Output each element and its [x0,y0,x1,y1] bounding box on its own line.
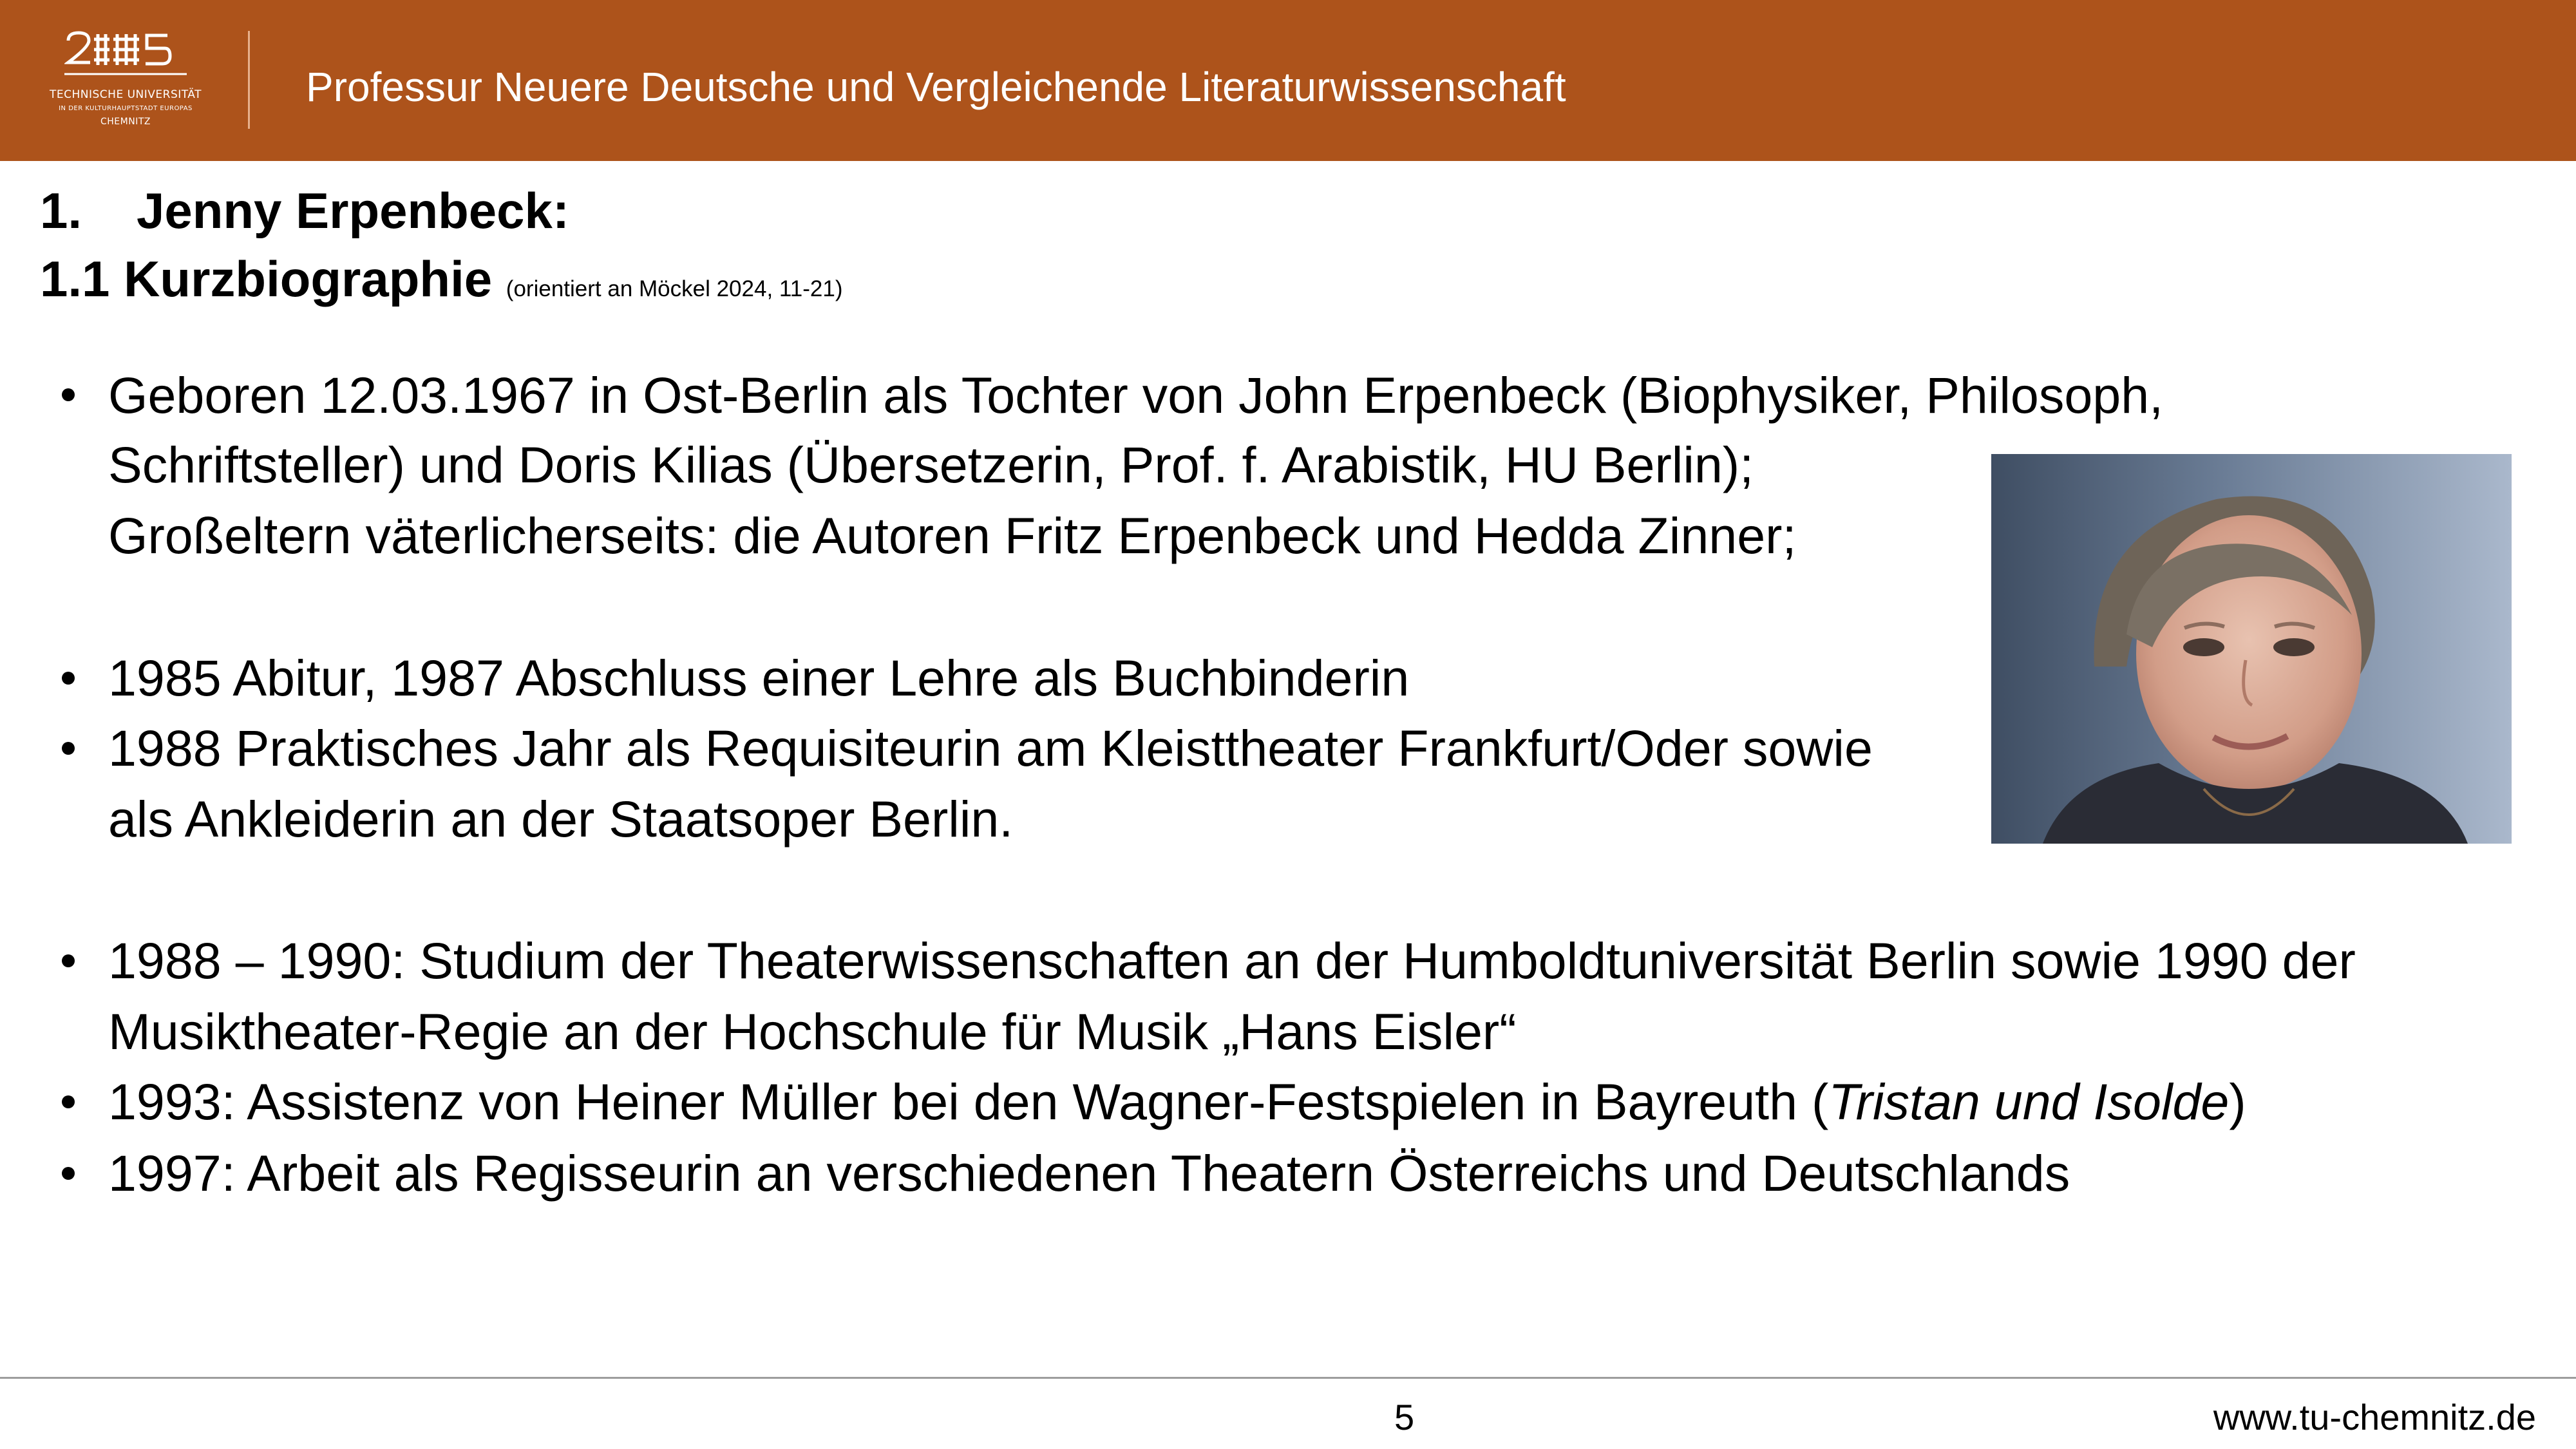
header-title: Professur Neuere Deutsche und Vergleiche… [306,64,1566,110]
bullet-1-line-1: Geboren 12.03.1967 in Ost-Berlin als Toc… [108,366,2164,424]
logo-text-line3: CHEMNITZ [100,117,151,127]
logo-text-line2: IN DER KULTURHAUPTSTADT EUROPAS [59,105,193,112]
bullet-1-line-3: Großeltern väterlicherseits: die Autoren… [108,507,1797,564]
bullet-4-line-1: 1988 – 1990: Studium der Theaterwissensc… [108,932,2356,989]
bullet-3-line-2: als Ankleiderin an der Staatsoper Berlin… [108,790,1014,848]
bullet-icon [62,954,75,967]
bullet-5-line-1: 1993: Assistenz von Heiner Müller bei de… [108,1076,2246,1127]
subsection-title: 1.1 Kurzbiographie [40,251,493,307]
bullet-icon [62,672,75,685]
bullet-1-line-2: Schriftsteller) und Doris Kilias (Überse… [108,436,1754,493]
section-heading: 1. Jenny Erpenbeck: [40,182,569,240]
bullet-icon [62,1167,75,1180]
section-number: 1. [40,182,82,239]
bullet-5-suffix: ) [2229,1073,2246,1130]
section-title: Jenny Erpenbeck: [137,182,569,239]
bullet-icon [62,742,75,755]
subsection-heading: 1.1 Kurzbiographie (orientiert an Möckel… [40,250,842,308]
bullet-icon [62,388,75,401]
page-number: 5 [1394,1397,1415,1437]
footer-url[interactable]: www.tu-chemnitz.de [2213,1396,2536,1438]
bullet-3-line-1: 1988 Praktisches Jahr als Requisiteurin … [108,719,1873,777]
bullet-icon [62,1095,75,1108]
bullet-5-prefix: 1993: Assistenz von Heiner Müller bei de… [108,1073,1829,1130]
header-divider [248,31,250,129]
university-logo: TECHNISCHE UNIVERSITÄT IN DER KULTURHAUP… [35,29,216,138]
bullet-4-line-2: Musiktheater-Regie an der Hochschule für… [108,1003,1517,1060]
header-bar: TECHNISCHE UNIVERSITÄT IN DER KULTURHAUP… [0,0,2576,161]
bullet-6-line-1: 1997: Arbeit als Regisseurin an verschie… [108,1144,2070,1202]
bullet-2-line-1: 1985 Abitur, 1987 Abschluss einer Lehre … [108,649,1410,706]
logo-text-line1: TECHNISCHE UNIVERSITÄT [49,88,202,101]
portrait-photo [1991,454,2512,844]
bullet-5-italic-title: Tristan und Isolde [1828,1073,2230,1130]
logo-icon [64,31,187,75]
footer-divider [0,1377,2576,1379]
source-note: (orientiert an Möckel 2024, 11-21) [506,276,843,301]
